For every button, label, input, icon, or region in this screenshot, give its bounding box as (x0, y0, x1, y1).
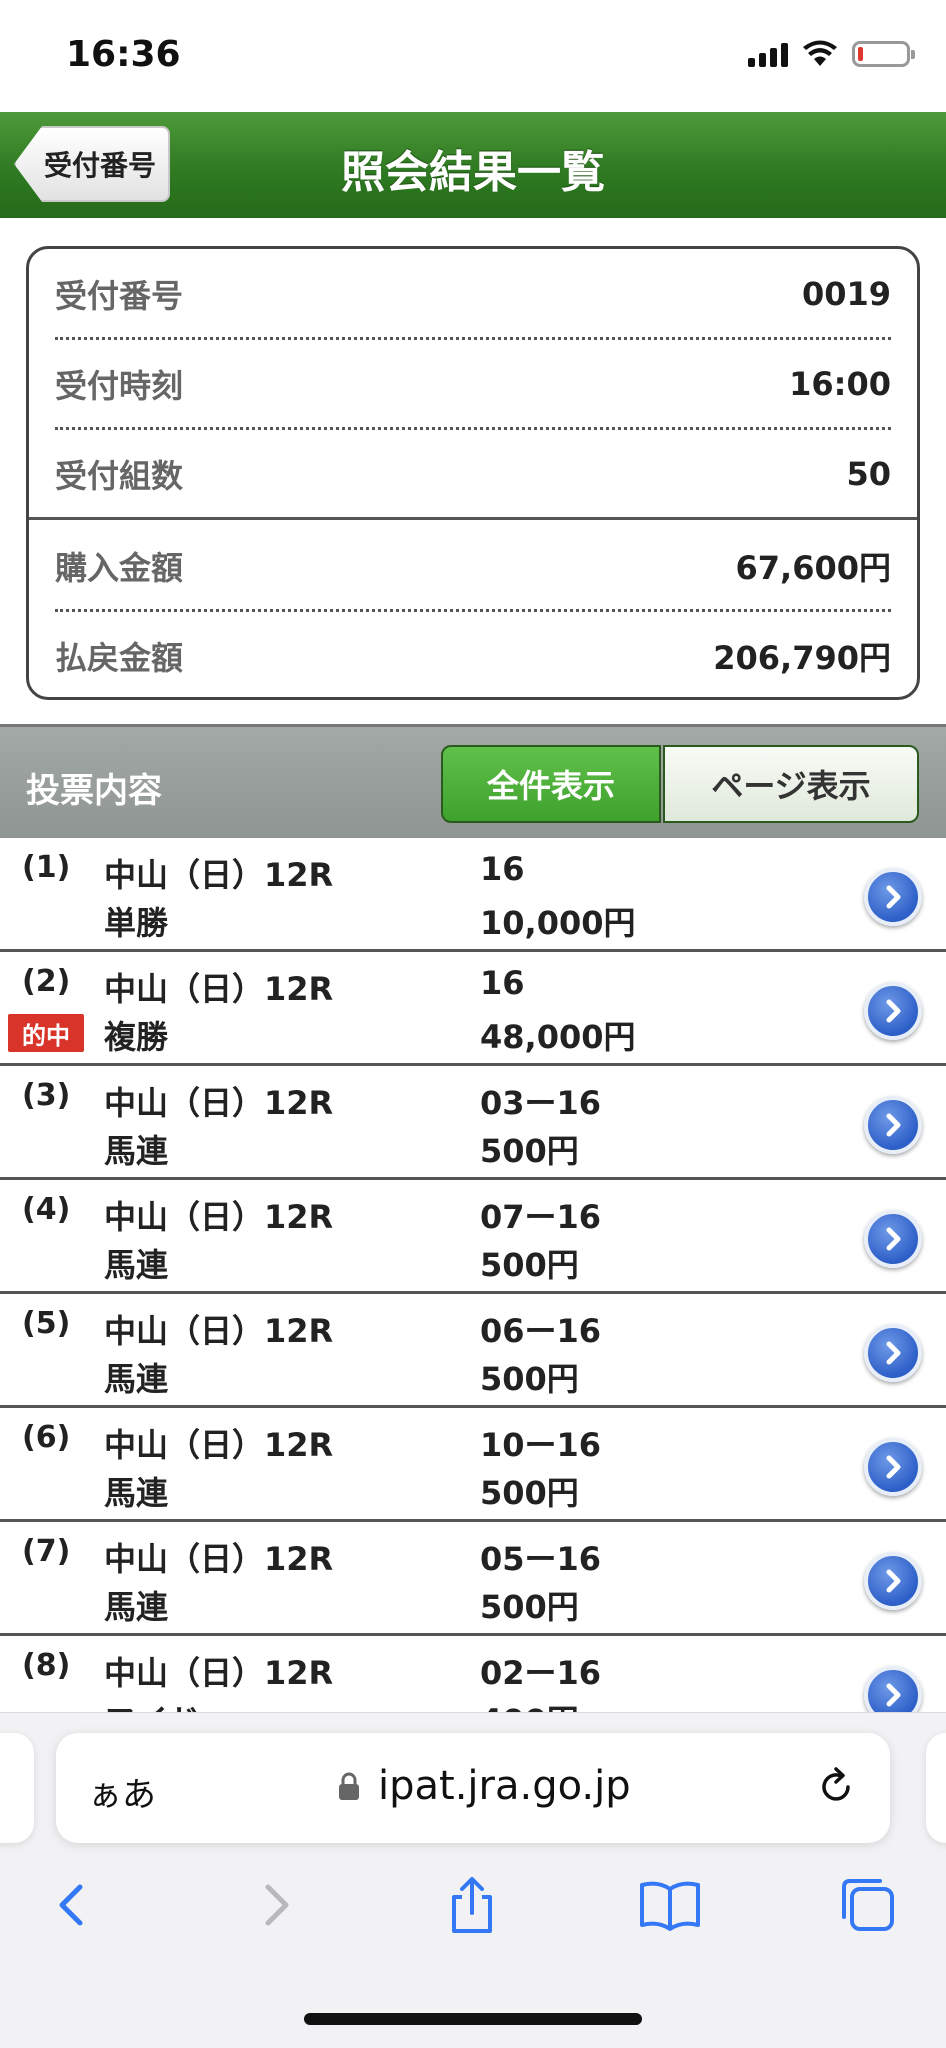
summary-row-receipt-time: 受付時刻 16:00 (55, 339, 891, 429)
bet-combination: 16 (480, 850, 525, 888)
reload-icon[interactable] (814, 1765, 858, 1809)
bet-number: (7) (22, 1534, 71, 1569)
vote-content-bar: 投票内容 全件表示 ページ表示 (0, 724, 946, 838)
bet-combination: 10ー16 (480, 1426, 602, 1464)
address-bar[interactable]: ぁあ ipat.jra.go.jp (56, 1733, 890, 1843)
vote-content-title: 投票内容 (26, 771, 162, 811)
url-text: ipat.jra.go.jp (378, 1763, 631, 1809)
summary-value: 16:00 (789, 365, 891, 403)
status-icons (748, 40, 915, 68)
bet-race: 中山（日）12R (104, 1426, 334, 1464)
text-size-button[interactable]: ぁあ (88, 1767, 156, 1816)
bet-number: (8) (22, 1648, 71, 1683)
book-icon[interactable] (638, 1873, 702, 1937)
list-item[interactable]: (1) 中山（日）12R 単勝 16 10,000円 (0, 838, 946, 952)
list-item[interactable]: (2) 的中 中山（日）12R 複勝 16 48,000円 (0, 952, 946, 1066)
bet-combination: 03ー16 (480, 1084, 602, 1122)
bet-number: (5) (22, 1306, 71, 1341)
summary-row-payout-amount: 払戻金額 206,790円 (55, 611, 891, 697)
list-item[interactable]: (7) 中山（日）12R 馬連 05ー16 500円 (0, 1522, 946, 1636)
page-view-button[interactable]: ページ表示 (663, 745, 919, 823)
bet-type: 馬連 (104, 1246, 169, 1284)
bet-amount: 500円 (480, 1360, 579, 1398)
bet-amount: 500円 (480, 1132, 579, 1170)
cellular-signal-icon (748, 41, 788, 67)
summary-value: 206,790円 (713, 639, 891, 677)
summary-value: 50 (846, 455, 891, 493)
show-all-button[interactable]: 全件表示 (441, 745, 661, 823)
bet-race: 中山（日）12R (104, 1084, 334, 1122)
bet-race: 中山（日）12R (104, 1540, 334, 1578)
browser-toolbar: ぁあ ipat.jra.go.jp (0, 1712, 946, 2048)
tabs-icon[interactable] (836, 1873, 900, 1937)
summary-value: 67,600円 (735, 549, 892, 587)
bet-race: 中山（日）12R (104, 1654, 334, 1692)
battery-icon (852, 41, 915, 67)
summary-label: 受付時刻 (55, 367, 184, 405)
bet-amount: 500円 (480, 1588, 579, 1626)
list-item[interactable]: (6) 中山（日）12R 馬連 10ー16 500円 (0, 1408, 946, 1522)
bet-combination: 06ー16 (480, 1312, 602, 1350)
chevron-right-circle-icon[interactable] (864, 982, 922, 1040)
summary-label: 受付番号 (55, 277, 184, 315)
summary-row-receipt-number: 受付番号 0019 (55, 249, 891, 339)
bet-combination: 05ー16 (480, 1540, 602, 1578)
bet-combination: 02ー16 (480, 1654, 602, 1692)
bet-list: (1) 中山（日）12R 単勝 16 10,000円 (2) 的中 中山（日）1… (0, 838, 946, 1750)
bet-type: 単勝 (104, 904, 169, 942)
bet-race: 中山（日）12R (104, 1198, 334, 1236)
chevron-left-icon[interactable] (40, 1873, 104, 1937)
bet-combination: 16 (480, 964, 525, 1002)
bet-number: (2) (22, 964, 71, 999)
summary-label: 購入金額 (55, 549, 184, 587)
bet-type: 馬連 (104, 1588, 169, 1626)
bet-type: 馬連 (104, 1474, 169, 1512)
bet-type: 複勝 (104, 1018, 169, 1056)
summary-row-receipt-count: 受付組数 50 (55, 429, 891, 519)
bet-number: (1) (22, 850, 71, 885)
page-title: 照会結果一覧 (341, 147, 605, 198)
bet-amount: 10,000円 (480, 904, 636, 942)
chevron-right-icon[interactable] (244, 1873, 308, 1937)
divider (29, 517, 917, 520)
status-time: 16:36 (66, 34, 181, 75)
bet-combination: 07ー16 (480, 1198, 602, 1236)
summary-card: 受付番号 0019 受付時刻 16:00 受付組数 50 購入金額 67,600… (26, 246, 920, 700)
chevron-right-circle-icon[interactable] (864, 868, 922, 926)
bet-race: 中山（日）12R (104, 1312, 334, 1350)
home-indicator (304, 2013, 642, 2025)
bet-amount: 500円 (480, 1474, 579, 1512)
share-icon[interactable] (440, 1873, 504, 1937)
next-tab-preview[interactable] (926, 1733, 946, 1843)
bet-type: 馬連 (104, 1360, 169, 1398)
chevron-right-circle-icon[interactable] (864, 1096, 922, 1154)
bet-number: (3) (22, 1078, 71, 1113)
bet-type: 馬連 (104, 1132, 169, 1170)
bet-amount: 500円 (480, 1246, 579, 1284)
page-header: 受付番号 照会結果一覧 (0, 112, 946, 218)
bet-race: 中山（日）12R (104, 970, 334, 1008)
chevron-right-circle-icon[interactable] (864, 1552, 922, 1610)
bet-number: (6) (22, 1420, 71, 1455)
lock-icon (339, 1772, 359, 1800)
summary-label: 払戻金額 (55, 639, 184, 677)
status-bar: 16:36 (0, 0, 946, 112)
chevron-right-circle-icon[interactable] (864, 1210, 922, 1268)
list-item[interactable]: (5) 中山（日）12R 馬連 06ー16 500円 (0, 1294, 946, 1408)
list-item[interactable]: (4) 中山（日）12R 馬連 07ー16 500円 (0, 1180, 946, 1294)
wifi-icon (803, 40, 837, 66)
bet-race: 中山（日）12R (104, 856, 334, 894)
summary-row-purchase-amount: 購入金額 67,600円 (55, 521, 891, 611)
chevron-right-circle-icon[interactable] (864, 1324, 922, 1382)
hit-badge: 的中 (8, 1014, 84, 1052)
previous-tab-preview[interactable] (0, 1733, 34, 1843)
bet-amount: 48,000円 (480, 1018, 636, 1056)
chevron-right-circle-icon[interactable] (864, 1438, 922, 1496)
bet-number: (4) (22, 1192, 71, 1227)
summary-label: 受付組数 (55, 457, 184, 495)
summary-value: 0019 (801, 275, 891, 313)
list-item[interactable]: (3) 中山（日）12R 馬連 03ー16 500円 (0, 1066, 946, 1180)
